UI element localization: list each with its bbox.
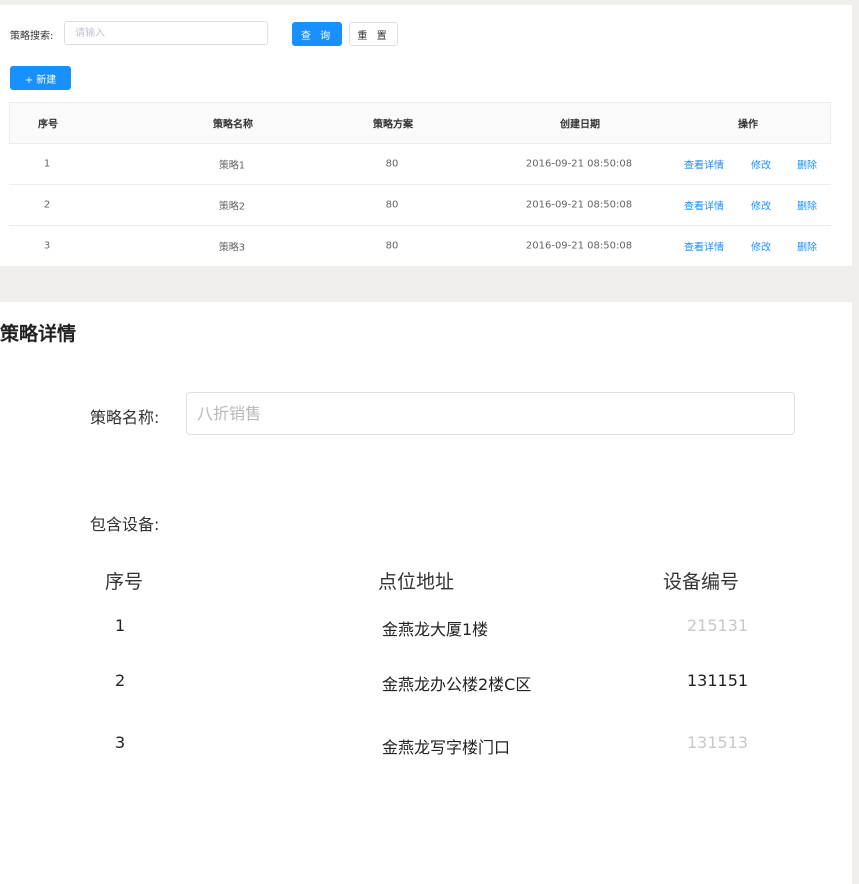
- header-date: 创建日期: [560, 119, 600, 131]
- table-row: 1 策略1 80 2016-09-21 08:50:08 查看详情 修改 删除: [9, 144, 831, 185]
- row-date: 2016-09-21 08:50:08: [525, 199, 633, 211]
- row-plan: 80: [385, 240, 399, 252]
- view-details-link[interactable]: 查看详情: [684, 157, 724, 172]
- view-details-link[interactable]: 查看详情: [684, 239, 724, 254]
- row-index: 3: [43, 240, 51, 252]
- delete-link[interactable]: 删除: [797, 239, 817, 254]
- delete-link[interactable]: 删除: [797, 157, 817, 172]
- view-details-link[interactable]: 查看详情: [684, 198, 724, 213]
- header-plan: 策略方案: [373, 119, 413, 131]
- table-row: 3 策略3 80 2016-09-21 08:50:08 查看详情 修改 删除: [9, 226, 831, 266]
- row-name: 策略3: [218, 242, 246, 254]
- device-index: 2: [115, 671, 126, 690]
- device-index: 1: [115, 616, 126, 635]
- header-name: 策略名称: [213, 119, 253, 131]
- row-plan: 80: [385, 158, 399, 170]
- edit-link[interactable]: 修改: [751, 157, 771, 172]
- edit-link[interactable]: 修改: [751, 239, 771, 254]
- device-code: 215131: [687, 616, 749, 635]
- device-address: 金燕龙大厦1楼: [382, 620, 489, 639]
- edit-link[interactable]: 修改: [751, 198, 771, 213]
- search-label: 策略搜索:: [10, 31, 54, 42]
- new-strategy-button[interactable]: + 新建: [10, 66, 71, 90]
- devices-label: 包含设备:: [90, 515, 160, 534]
- strategy-table: 序号 策略名称 策略方案 创建日期 操作 1 策略1 80 2016-09-21…: [9, 102, 831, 266]
- device-header-code: 设备编号: [663, 571, 740, 593]
- device-index: 3: [115, 733, 126, 752]
- header-index: 序号: [38, 119, 58, 131]
- device-header-index: 序号: [105, 571, 144, 593]
- table-header: 序号 策略名称 策略方案 创建日期 操作: [9, 102, 831, 144]
- row-date: 2016-09-21 08:50:08: [525, 240, 633, 252]
- strategy-name-input[interactable]: [186, 392, 795, 435]
- device-header-address: 点位地址: [378, 571, 455, 593]
- query-button[interactable]: 查 询: [292, 22, 342, 46]
- device-code: 131513: [687, 733, 749, 752]
- row-name: 策略2: [218, 201, 246, 213]
- row-index: 2: [43, 199, 51, 211]
- row-index: 1: [43, 158, 51, 170]
- row-plan: 80: [385, 199, 399, 211]
- reset-button[interactable]: 重 置: [349, 22, 398, 46]
- strategy-name-label: 策略名称:: [90, 408, 160, 427]
- search-input[interactable]: [64, 21, 268, 45]
- row-name: 策略1: [218, 160, 246, 172]
- row-date: 2016-09-21 08:50:08: [525, 158, 633, 170]
- device-address: 金燕龙办公楼2楼C区: [382, 675, 532, 694]
- device-code: 131151: [687, 671, 749, 690]
- detail-title: 策略详情: [0, 323, 77, 345]
- table-row: 2 策略2 80 2016-09-21 08:50:08 查看详情 修改 删除: [9, 185, 831, 226]
- device-address: 金燕龙写字楼门口: [382, 738, 511, 757]
- header-actions: 操作: [738, 119, 758, 131]
- delete-link[interactable]: 删除: [797, 198, 817, 213]
